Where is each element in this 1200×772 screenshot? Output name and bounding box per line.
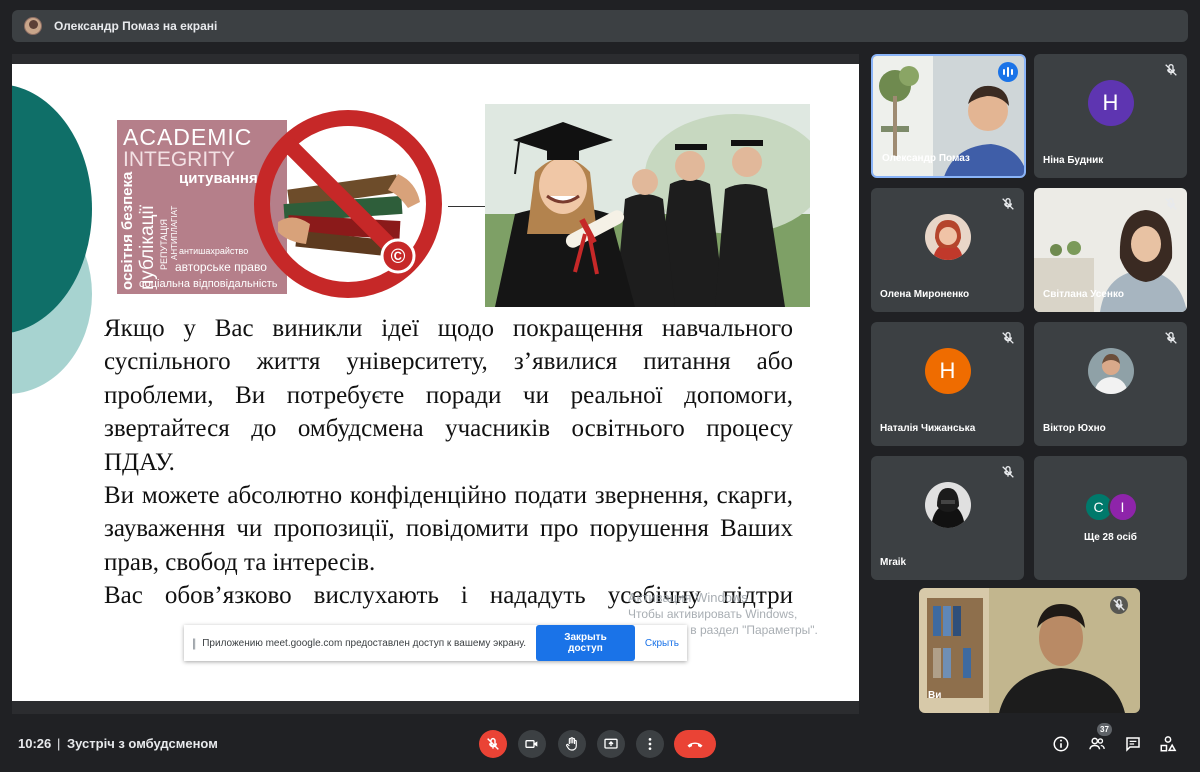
title-separator: | (57, 736, 61, 751)
bottom-control-bar: 10:26 | Зустріч з омбудсменом 37 (0, 714, 1200, 772)
participant-name: Світлана Усенко (1043, 289, 1124, 300)
screen-share-notice: || Приложению meet.google.com предоставл… (184, 625, 687, 661)
mic-off-icon (1165, 197, 1177, 210)
shared-slide: ACADEMIC INTEGRITY цитування освітня без… (12, 64, 859, 701)
meeting-title: Зустріч з омбудсменом (67, 736, 218, 751)
participant-tile-viktor[interactable]: Віктор Юхно (1034, 322, 1187, 446)
svg-text:©: © (391, 246, 406, 268)
word-anti-cheating: антишахрайство (179, 246, 249, 256)
mic-off-icon (1110, 596, 1128, 614)
presenter-label: Олександр Помаз на екрані (54, 19, 218, 33)
leave-call-button[interactable] (674, 730, 716, 758)
image-connector (448, 206, 485, 207)
participant-tile-svitlana[interactable]: Світлана Усенко (1034, 188, 1187, 312)
participant-tile-nataliia[interactable]: Н Наталія Чижанська (871, 322, 1024, 446)
activities-button[interactable] (1158, 734, 1178, 754)
participants-count-badge: 37 (1097, 723, 1112, 736)
presenter-bar[interactable]: Олександр Помаз на екрані (12, 10, 1188, 42)
raise-hand-button[interactable] (558, 730, 586, 758)
graduates-photo (485, 104, 810, 307)
mic-off-icon (1002, 331, 1014, 344)
more-options-button[interactable] (636, 730, 664, 758)
participant-name: Олена Мироненко (880, 289, 970, 300)
chat-icon (1126, 737, 1140, 752)
word-integrity: INTEGRITY (123, 148, 236, 171)
word-safety: освітня безпека (119, 171, 136, 290)
hide-notice-link[interactable]: Скрыть (645, 638, 679, 649)
more-options-icon (648, 738, 652, 750)
share-notice-message: Приложению meet.google.com предоставлен … (202, 637, 527, 649)
participant-name: Ніна Будник (1043, 155, 1104, 166)
mic-off-icon (1165, 331, 1177, 344)
slide-paragraph-1: Якщо у Вас виникли ідеї щодо покращення … (104, 315, 793, 476)
toggle-mic-button[interactable] (479, 730, 507, 758)
meeting-details-button[interactable] (1051, 734, 1071, 754)
more-participants-label: Ще 28 осіб (1084, 532, 1137, 543)
watermark-title: Активация Windows (628, 590, 748, 605)
present-screen-icon (604, 738, 618, 749)
camera-icon (525, 740, 538, 748)
current-time: 10:26 (18, 736, 52, 751)
participant-name: Наталія Чижанська (880, 423, 976, 434)
raise-hand-icon (566, 737, 577, 751)
word-citation: цитування (179, 170, 258, 187)
people-icon (1089, 737, 1105, 750)
word-academic: ACADEMIC (123, 124, 253, 150)
avatar-i: I (1107, 492, 1138, 522)
no-plagiarism-icon: © (254, 110, 442, 298)
slide-body-text: Якщо у Вас виникли ідеї щодо покращення … (104, 312, 793, 613)
word-reputation: РЕПУТАЦІЯ (159, 218, 169, 270)
speaking-indicator-icon (998, 62, 1018, 82)
hang-up-icon (687, 742, 703, 748)
participant-avatar-letter: Н (1087, 80, 1134, 126)
participant-name: Ви (928, 690, 942, 701)
slide-paragraph-2: Ви можете абсолютно конфіденційно подати… (104, 482, 793, 576)
mic-off-icon (1002, 465, 1014, 478)
toggle-camera-button[interactable] (518, 730, 546, 758)
present-screen-button[interactable] (597, 730, 625, 758)
participant-avatar-photo (924, 482, 971, 528)
participant-avatar-photo (924, 214, 971, 260)
participant-tile-more[interactable]: C I Ще 28 осіб (1034, 456, 1187, 580)
participant-tile-self[interactable]: Ви (919, 588, 1140, 713)
stop-sharing-button[interactable]: Закрыть доступ (536, 625, 635, 661)
participant-tile-mraik[interactable]: Mraik (871, 456, 1024, 580)
info-icon (1053, 736, 1069, 752)
drag-handle-icon[interactable]: || (192, 636, 196, 650)
mic-off-icon (1002, 197, 1014, 210)
activities-icon (1160, 736, 1177, 752)
people-button[interactable] (1087, 734, 1107, 754)
presentation-stage: ACADEMIC INTEGRITY цитування освітня без… (12, 54, 859, 714)
watermark-line-1: Чтобы активировать Windows, (628, 607, 798, 621)
participant-tile-olena[interactable]: Олена Мироненко (871, 188, 1024, 312)
mic-off-icon (1165, 63, 1177, 76)
participant-name: Віктор Юхно (1043, 423, 1106, 434)
self-video (919, 588, 1140, 713)
participant-name: Mraik (880, 557, 907, 568)
participant-tile-nina[interactable]: Н Ніна Будник (1034, 54, 1187, 178)
participant-avatar-letter: Н (924, 348, 971, 394)
mic-off-icon (487, 737, 499, 750)
chat-button[interactable] (1123, 734, 1143, 754)
word-antiplagiat: АНТИПЛАГІАТ (170, 205, 179, 260)
more-participants-avatars: C I (1083, 492, 1138, 522)
participant-name: Олександр Помаз (882, 153, 970, 164)
presenter-avatar (24, 17, 42, 35)
participant-avatar-photo (1087, 348, 1134, 394)
participant-tile-presenter[interactable]: Олександр Помаз (871, 54, 1026, 178)
